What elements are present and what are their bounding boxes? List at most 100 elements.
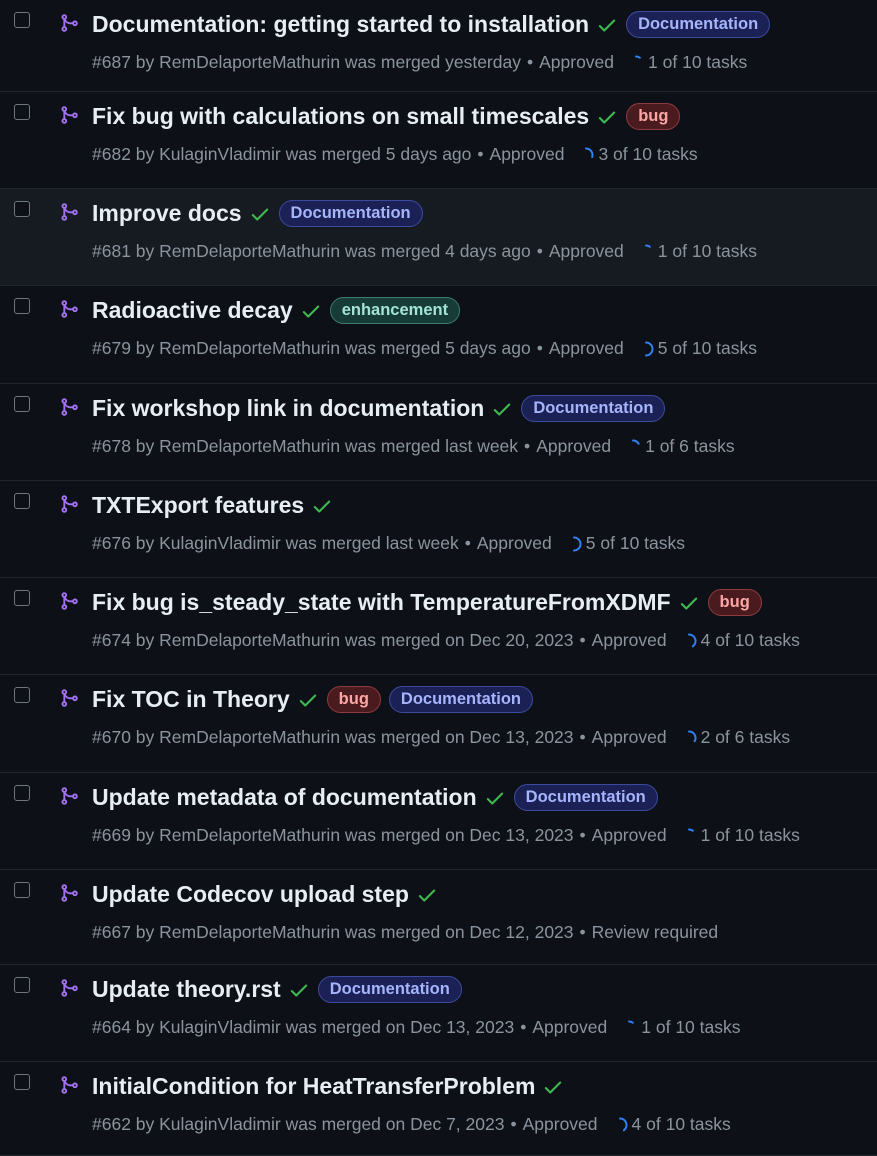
- pr-title-link[interactable]: TXTExport features: [92, 492, 304, 519]
- pr-title-link[interactable]: Update theory.rst: [92, 976, 281, 1003]
- review-status[interactable]: Approved: [549, 338, 624, 359]
- review-status[interactable]: Approved: [490, 144, 565, 165]
- label-bug[interactable]: bug: [326, 686, 381, 713]
- task-progress: 1 of 10 tasks: [628, 52, 747, 73]
- pr-row[interactable]: Fix TOC in Theory bug Documentation #670 by…: [0, 675, 877, 773]
- select-checkbox[interactable]: [14, 298, 30, 314]
- pr-row[interactable]: Update Codecov upload step #667 by RemDel…: [0, 870, 877, 965]
- select-checkbox[interactable]: [14, 104, 30, 120]
- separator: •: [579, 727, 586, 747]
- label-documentation[interactable]: Documentation: [278, 200, 423, 227]
- checks-passed-icon[interactable]: [491, 398, 513, 420]
- review-status[interactable]: Approved: [539, 52, 614, 73]
- select-checkbox[interactable]: [14, 1074, 30, 1090]
- select-checkbox[interactable]: [14, 977, 30, 993]
- select-checkbox[interactable]: [14, 493, 30, 509]
- pr-title-link[interactable]: Improve docs: [92, 200, 242, 227]
- pr-row[interactable]: TXTExport features #676 by KulaginVladimi…: [0, 481, 877, 578]
- title-line: InitialCondition for HeatTransferProblem: [92, 1073, 564, 1100]
- pr-row[interactable]: Documentation: getting started to instal…: [0, 0, 877, 92]
- task-progress: 5 of 10 tasks: [638, 338, 757, 359]
- separator: •: [536, 241, 543, 261]
- separator: •: [536, 338, 543, 358]
- select-checkbox[interactable]: [14, 396, 30, 412]
- label-documentation[interactable]: Documentation: [317, 976, 462, 1003]
- pr-title-link[interactable]: Update metadata of documentation: [92, 784, 477, 811]
- select-checkbox[interactable]: [14, 882, 30, 898]
- checks-passed-icon[interactable]: [249, 203, 271, 225]
- pr-title-link[interactable]: Update Codecov upload step: [92, 881, 409, 908]
- label-documentation[interactable]: Documentation: [513, 784, 658, 811]
- pr-row[interactable]: Fix bug with calculations on small times…: [0, 92, 877, 189]
- checks-passed-icon[interactable]: [297, 689, 319, 711]
- review-status[interactable]: Approved: [477, 533, 552, 554]
- label-documentation[interactable]: Documentation: [388, 686, 533, 713]
- review-status[interactable]: Approved: [523, 1114, 598, 1135]
- review-status[interactable]: Approved: [549, 241, 624, 262]
- select-checkbox[interactable]: [14, 12, 30, 28]
- task-count: 1 of 10 tasks: [700, 825, 800, 845]
- review-status[interactable]: Review required: [592, 922, 718, 943]
- select-checkbox[interactable]: [14, 687, 30, 703]
- meta-line: #687 by RemDelaporteMathurin was merged …: [92, 52, 747, 73]
- pr-meta: #664 by KulaginVladimir was merged on De…: [92, 1017, 515, 1037]
- pr-title-link[interactable]: Fix TOC in Theory: [92, 686, 290, 713]
- checks-passed-icon[interactable]: [678, 592, 700, 614]
- pr-title-link[interactable]: Radioactive decay: [92, 297, 293, 324]
- checks-passed-icon[interactable]: [300, 300, 322, 322]
- task-progress-icon: [687, 828, 694, 832]
- task-progress-icon: [687, 730, 697, 742]
- pr-row[interactable]: Fix workshop link in documentation Docume…: [0, 384, 877, 481]
- task-count: 1 of 6 tasks: [645, 436, 735, 456]
- task-count: 2 of 6 tasks: [700, 727, 791, 747]
- pr-row[interactable]: Fix bug is_steady_state with Temperature…: [0, 578, 877, 675]
- meta-line: #674 by RemDelaporteMathurin was merged …: [92, 630, 800, 651]
- pr-row[interactable]: Radioactive decay enhancement #679 by RemD…: [0, 286, 877, 384]
- select-checkbox[interactable]: [14, 590, 30, 606]
- pr-meta: #670 by RemDelaporteMathurin was merged …: [92, 727, 574, 747]
- meta-line: #667 by RemDelaporteMathurin was merged …: [92, 922, 718, 943]
- meta-line: #681 by RemDelaporteMathurin was merged …: [92, 241, 757, 262]
- checks-passed-icon[interactable]: [416, 884, 438, 906]
- pr-row[interactable]: InitialCondition for HeatTransferProblem…: [0, 1062, 877, 1156]
- task-progress-icon: [572, 536, 582, 551]
- separator: •: [520, 1017, 527, 1037]
- title-line: Improve docs Documentation: [92, 200, 423, 227]
- select-checkbox[interactable]: [14, 201, 30, 217]
- label-documentation[interactable]: Documentation: [626, 11, 771, 38]
- review-status[interactable]: Approved: [592, 630, 667, 651]
- pr-row[interactable]: Improve docs Documentation #681 by RemDela…: [0, 189, 877, 286]
- checks-passed-icon[interactable]: [311, 495, 333, 517]
- pr-title-link[interactable]: Documentation: getting started to instal…: [92, 11, 589, 38]
- meta-line: #664 by KulaginVladimir was merged on De…: [92, 1017, 741, 1038]
- pr-meta: #674 by RemDelaporteMathurin was merged …: [92, 630, 574, 650]
- review-status[interactable]: Approved: [592, 825, 667, 846]
- pr-meta: #667 by RemDelaporteMathurin was merged …: [92, 922, 574, 942]
- label-bug[interactable]: bug: [626, 103, 681, 130]
- label-enhancement[interactable]: enhancement: [329, 297, 461, 324]
- task-count: 4 of 10 tasks: [631, 1114, 731, 1134]
- pr-title-link[interactable]: Fix workshop link in documentation: [92, 395, 484, 422]
- task-progress: 1 of 10 tasks: [681, 825, 800, 846]
- checks-passed-icon[interactable]: [288, 979, 310, 1001]
- task-progress-icon: [687, 633, 697, 647]
- task-count: 3 of 10 tasks: [598, 144, 698, 164]
- checks-passed-icon[interactable]: [596, 106, 618, 128]
- task-progress: 1 of 10 tasks: [638, 241, 757, 262]
- select-checkbox[interactable]: [14, 785, 30, 801]
- pr-title-link[interactable]: Fix bug is_steady_state with Temperature…: [92, 589, 671, 616]
- checks-passed-icon[interactable]: [542, 1076, 564, 1098]
- checks-passed-icon[interactable]: [596, 14, 618, 36]
- pr-row[interactable]: Update metadata of documentation Document…: [0, 773, 877, 870]
- label-bug[interactable]: bug: [707, 589, 762, 616]
- review-status[interactable]: Approved: [532, 1017, 607, 1038]
- pr-title-link[interactable]: Fix bug with calculations on small times…: [92, 103, 589, 130]
- task-progress-icon: [618, 1117, 628, 1131]
- pr-row[interactable]: Update theory.rst Documentation #664 by Ku…: [0, 965, 877, 1062]
- review-status[interactable]: Approved: [536, 436, 611, 457]
- checks-passed-icon[interactable]: [484, 787, 506, 809]
- pr-title-link[interactable]: InitialCondition for HeatTransferProblem: [92, 1073, 535, 1100]
- merged-pr-icon: [61, 495, 78, 513]
- review-status[interactable]: Approved: [592, 727, 667, 748]
- label-documentation[interactable]: Documentation: [521, 395, 666, 422]
